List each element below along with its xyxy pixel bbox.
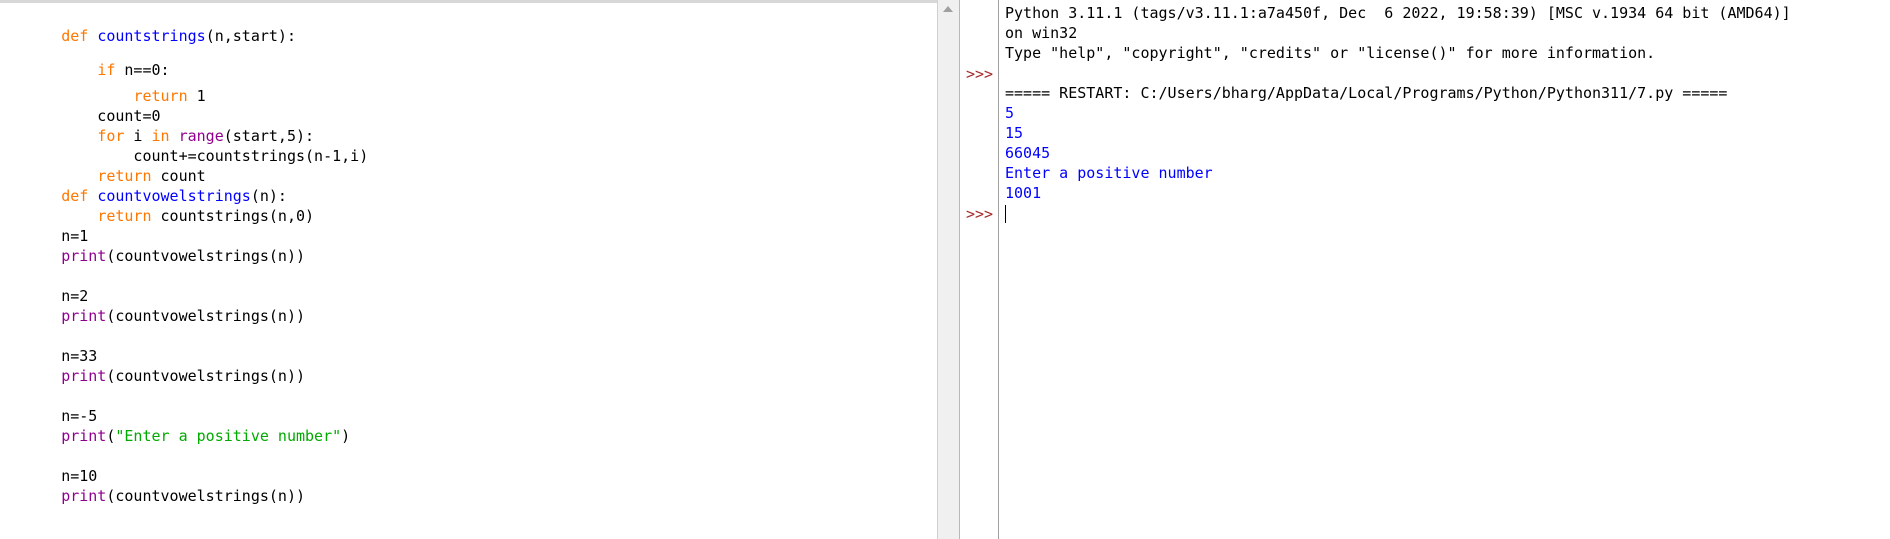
shell-banner-platform: on win32	[1005, 24, 1078, 42]
code-line: def countstrings(n,start):	[7, 6, 296, 45]
shell-output-line: 5	[1005, 104, 1015, 122]
shell-banner-version: Python 3.11.1 (tags/v3.11.1:a7a450f, Dec…	[1005, 4, 1791, 22]
code-line: return countstrings(n,0)	[7, 186, 314, 225]
code-line: print(countvowelstrings(n))	[7, 286, 305, 325]
code-token: (countvowelstrings(n))	[106, 367, 306, 385]
code-token: )	[341, 427, 351, 445]
builtin-token: print	[61, 247, 107, 265]
builtin-token: print	[61, 427, 107, 445]
shell-output-line: Enter a positive number	[1005, 164, 1213, 182]
code-token: (countvowelstrings(n))	[106, 487, 306, 505]
shell-prompt: >>>	[966, 205, 994, 223]
code-line: print(countvowelstrings(n))	[7, 466, 305, 505]
code-line: for i in range(start,5):	[7, 106, 314, 145]
shell-prompt: >>>	[966, 65, 994, 83]
shell-output-line: 1001	[1005, 184, 1042, 202]
code-line: n=2	[7, 266, 88, 305]
shell-prompt-gutter: >>> >>>	[960, 0, 999, 539]
code-line: return 1	[7, 66, 205, 105]
code-line: n=10	[7, 446, 97, 485]
code-line: n=1	[7, 206, 88, 245]
text-cursor	[1005, 205, 1006, 223]
code-line: print("Enter a positive number")	[7, 406, 350, 445]
python-shell[interactable]: Python 3.11.1 (tags/v3.11.1:a7a450f, Dec…	[999, 0, 1890, 539]
code-line: n=-5	[7, 386, 97, 425]
code-token: countstrings(n,0)	[151, 207, 315, 225]
idle-window: def countstrings(n,start): if n==0: retu…	[0, 0, 1890, 539]
builtin-token: print	[61, 367, 107, 385]
scroll-up-arrow-icon[interactable]	[943, 6, 953, 12]
code-line: n=33	[7, 326, 97, 365]
shell-output-line: 15	[1005, 124, 1024, 142]
code-token: 1	[187, 87, 206, 105]
code-line: return count	[7, 146, 205, 185]
code-token: (countvowelstrings(n))	[106, 307, 306, 325]
code-line: print(countvowelstrings(n))	[7, 226, 305, 265]
code-token: (n,start):	[205, 27, 296, 45]
code-line: count+=countstrings(n-1,i)	[7, 126, 368, 165]
shell-output-line: 66045	[1005, 144, 1051, 162]
code-line: def countvowelstrings(n):	[7, 166, 287, 205]
builtin-token: print	[61, 487, 107, 505]
code-line: if n==0:	[7, 40, 169, 79]
code-line: count=0	[7, 86, 160, 125]
code-editor[interactable]: def countstrings(n,start): if n==0: retu…	[0, 0, 937, 539]
editor-scrollbar[interactable]	[937, 0, 959, 539]
code-token: (countvowelstrings(n))	[106, 247, 306, 265]
shell-restart-line: ===== RESTART: C:/Users/bharg/AppData/Lo…	[1005, 84, 1728, 102]
code-line: print(countvowelstrings(n))	[7, 346, 305, 385]
shell-banner-help: Type "help", "copyright", "credits" or "…	[1005, 44, 1656, 62]
keyword-token: return	[97, 207, 152, 225]
string-token: "Enter a positive number"	[115, 427, 342, 445]
builtin-token: print	[61, 307, 107, 325]
